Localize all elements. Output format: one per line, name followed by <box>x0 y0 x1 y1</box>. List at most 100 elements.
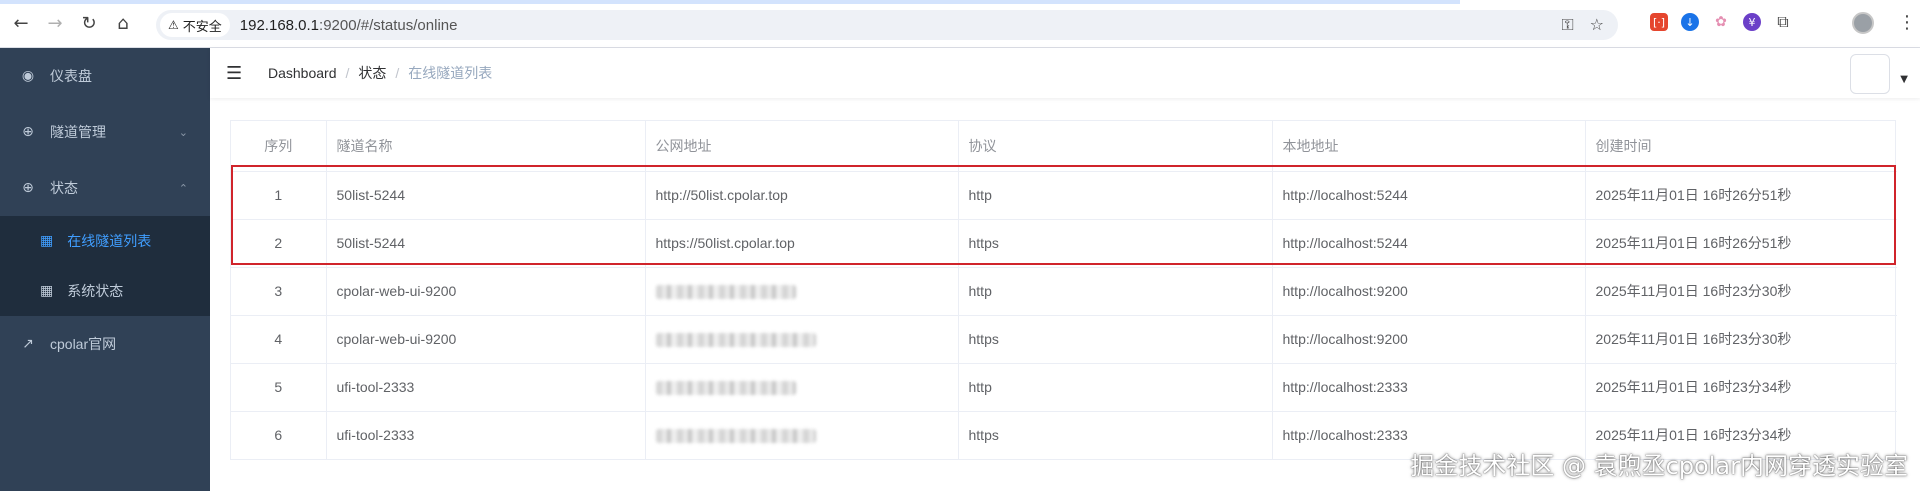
cell-protocol: https <box>958 315 1273 364</box>
cell-protocol: https <box>958 411 1273 460</box>
extension-red-icon[interactable]: [·] <box>1650 13 1668 31</box>
key-icon[interactable]: ⚿ <box>1561 15 1573 35</box>
cell-public-url[interactable] <box>645 363 959 412</box>
status-submenu: ▦ 在线隧道列表 ▦ 系统状态 <box>0 216 210 316</box>
grid-icon: ▦ <box>40 283 54 299</box>
sidebar-item-cpolar-website[interactable]: ↗ cpolar官网 <box>0 316 210 372</box>
sidebar-item-system-status[interactable]: ▦ 系统状态 <box>0 266 210 316</box>
cell-index: 1 <box>231 171 327 220</box>
table-row[interactable]: 5 ufi-tool-2333 http http://localhost:2333 2… <box>231 363 1897 412</box>
forward-icon[interactable]: → <box>42 11 68 37</box>
cell-public-url[interactable] <box>645 267 959 316</box>
extension-download-icon[interactable]: ↓ <box>1681 13 1699 31</box>
cell-local-address: http://localhost:2333 <box>1272 363 1586 412</box>
browser-toolbar: ← → ↻ ⌂ ⚠ 不安全 192.168.0.1:9200/#/status/… <box>0 0 1920 48</box>
cell-protocol: https <box>958 219 1273 268</box>
plus-circle-icon: ⊕ <box>22 180 34 196</box>
header-protocol: 协议 <box>958 121 1273 172</box>
cell-public-url[interactable] <box>645 411 959 460</box>
plus-circle-icon: ⊕ <box>22 124 34 140</box>
redacted-url <box>655 429 816 444</box>
home-icon[interactable]: ⌂ <box>110 11 136 37</box>
sidebar-item-label: 状态 <box>50 180 78 196</box>
sidebar-item-label: 在线隧道列表 <box>67 233 152 249</box>
sidebar-item-online-tunnels[interactable]: ▦ 在线隧道列表 <box>0 216 210 266</box>
cell-created-time: 2025年11月01日 16时23分34秒 <box>1585 363 1897 412</box>
cell-public-url[interactable]: https://50list.cpolar.top <box>645 219 959 268</box>
breadcrumb-dashboard[interactable]: Dashboard <box>268 65 337 81</box>
cell-protocol: http <box>958 171 1273 220</box>
sidebar-item-label: 系统状态 <box>67 283 124 299</box>
cell-name: ufi-tool-2333 <box>326 363 646 412</box>
table-row[interactable]: 4 cpolar-web-ui-9200 https http://localhost… <box>231 315 1897 364</box>
extension-purple-icon[interactable]: ¥ <box>1743 13 1761 31</box>
cell-local-address: http://localhost:9200 <box>1272 267 1586 316</box>
cell-index: 4 <box>231 315 327 364</box>
extensions-bar: [·] ↓ ✿ ¥ ⧉ <box>1650 12 1792 31</box>
security-label: 不安全 <box>182 18 222 34</box>
cell-name: cpolar-web-ui-9200 <box>326 315 646 364</box>
cell-local-address: http://localhost:5244 <box>1272 219 1586 268</box>
cell-created-time: 2025年11月01日 16时23分30秒 <box>1585 315 1897 364</box>
caret-down-icon[interactable]: ▼ <box>1900 74 1908 85</box>
header-name: 隧道名称 <box>326 121 646 172</box>
sidebar-item-status[interactable]: ⊕ 状态 ⌃ <box>0 160 210 216</box>
header-local-address: 本地地址 <box>1272 121 1586 172</box>
table-row[interactable]: 3 cpolar-web-ui-9200 http http://localhost:… <box>231 267 1897 316</box>
grid-icon: ▦ <box>40 233 54 249</box>
back-icon[interactable]: ← <box>8 11 34 37</box>
breadcrumb-status[interactable]: 状态 <box>358 63 386 83</box>
address-bar[interactable]: ⚠ 不安全 192.168.0.1:9200/#/status/online ⚿… <box>156 10 1618 40</box>
cell-local-address: http://localhost:9200 <box>1272 315 1586 364</box>
redacted-url <box>655 381 796 396</box>
more-icon[interactable]: ⋮ <box>1898 12 1916 33</box>
breadcrumb-current: 在线隧道列表 <box>408 65 493 81</box>
chevron-up-icon: ⌃ <box>178 181 188 195</box>
external-link-icon: ↗ <box>22 336 34 352</box>
header-index: 序列 <box>231 121 327 172</box>
table-row[interactable]: 1 50list-5244 http://50list.cpolar.top http… <box>231 171 1897 220</box>
sidebar-item-tunnel-management[interactable]: ⊕ 隧道管理 ⌄ <box>0 104 210 160</box>
tunnel-table: 序列 隧道名称 公网地址 协议 本地地址 创建时间 1 50list-5244 ht… <box>230 120 1897 460</box>
cell-public-url[interactable]: http://50list.cpolar.top <box>645 171 959 220</box>
table-row[interactable]: 2 50list-5244 https://50list.cpolar.top htt… <box>231 219 1897 268</box>
reload-icon[interactable]: ↻ <box>76 11 102 37</box>
cell-protocol: http <box>958 363 1273 412</box>
chevron-down-icon: ⌄ <box>178 125 188 139</box>
header-public-url: 公网地址 <box>645 121 959 172</box>
header-created-time: 创建时间 <box>1585 121 1897 172</box>
cell-created-time: 2025年11月01日 16时26分51秒 <box>1585 171 1897 220</box>
main-content: ☰ Dashboard / 状态 / 在线隧道列表 ▼ 序列 隧道名称 公网地址… <box>210 48 1920 491</box>
extensions-icon[interactable]: ⧉ <box>1774 12 1792 31</box>
cell-index: 6 <box>231 411 327 460</box>
cell-created-time: 2025年11月01日 16时26分51秒 <box>1585 219 1897 268</box>
navbar: ☰ Dashboard / 状态 / 在线隧道列表 ▼ <box>210 48 1920 98</box>
sidebar: ◉ 仪表盘 ⊕ 隧道管理 ⌄ ⊕ 状态 ⌃ ▦ 在线隧道列表 ▦ 系统状态 ↗ … <box>0 48 210 491</box>
cell-public-url[interactable] <box>645 315 959 364</box>
dashboard-icon: ◉ <box>21 68 35 84</box>
cell-created-time: 2025年11月01日 16时23分30秒 <box>1585 267 1897 316</box>
profile-icon[interactable] <box>1852 12 1874 34</box>
redacted-url <box>655 285 796 300</box>
cell-name: 50list-5244 <box>326 219 646 268</box>
cell-index: 3 <box>231 267 327 316</box>
sidebar-item-label: 隧道管理 <box>50 124 106 140</box>
sidebar-item-label: cpolar官网 <box>50 336 117 352</box>
cell-protocol: http <box>958 267 1273 316</box>
extension-pink-icon[interactable]: ✿ <box>1712 13 1730 31</box>
tab-strip-edge <box>0 0 1460 4</box>
redacted-url <box>655 333 816 348</box>
avatar[interactable] <box>1850 54 1890 94</box>
url-host: 192.168.0.1 <box>239 16 320 34</box>
cell-index: 5 <box>231 363 327 412</box>
hamburger-icon[interactable]: ☰ <box>226 63 246 84</box>
cell-name: cpolar-web-ui-9200 <box>326 267 646 316</box>
star-icon[interactable]: ☆ <box>1590 15 1604 35</box>
warning-icon: ⚠ <box>168 18 179 32</box>
breadcrumb: Dashboard / 状态 / 在线隧道列表 <box>268 63 493 83</box>
table-header-row: 序列 隧道名称 公网地址 协议 本地地址 创建时间 <box>231 121 1897 172</box>
cell-name: ufi-tool-2333 <box>326 411 646 460</box>
security-chip[interactable]: ⚠ 不安全 <box>160 13 230 37</box>
sidebar-item-dashboard[interactable]: ◉ 仪表盘 <box>0 48 210 104</box>
url-text[interactable]: 192.168.0.1:9200/#/status/online <box>240 17 458 34</box>
